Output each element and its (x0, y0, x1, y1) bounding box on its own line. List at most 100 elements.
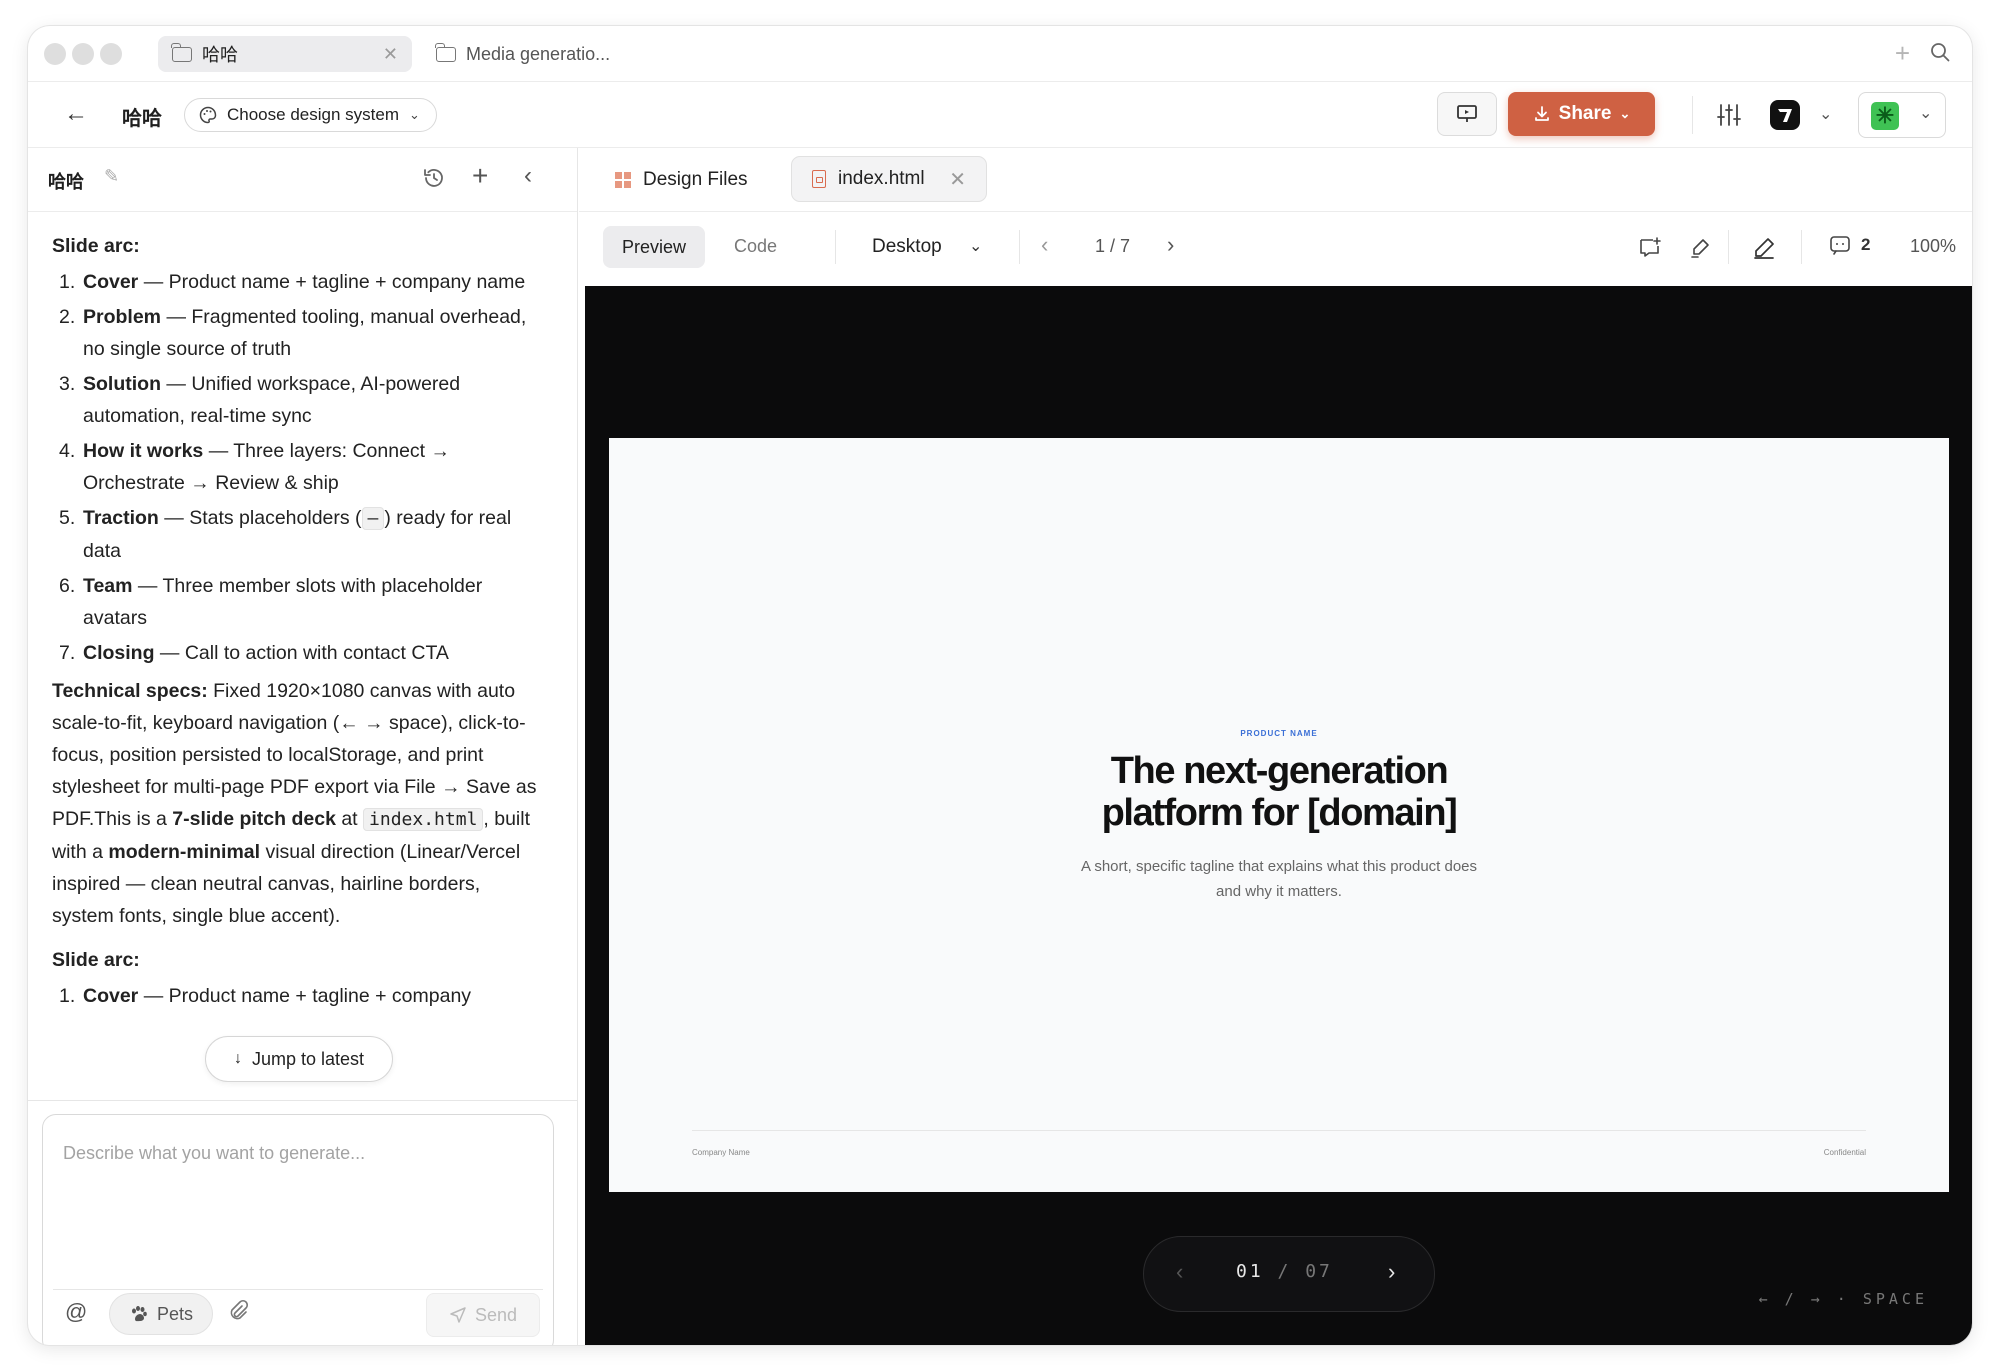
file-icon (812, 170, 826, 188)
chevron-down-icon[interactable]: ⌄ (1819, 104, 1832, 124)
palette-icon (199, 106, 217, 124)
list-item: 5. Traction — Stats placeholders (—) read… (59, 507, 512, 562)
title-bar: 哈哈 ✕ Media generatio... + (28, 26, 1972, 82)
logo-icon[interactable] (1770, 100, 1800, 130)
zoom-window-button[interactable] (100, 43, 122, 65)
close-icon[interactable]: ✕ (949, 167, 966, 192)
chevron-down-icon: ⌄ (408, 107, 420, 122)
download-icon (1534, 106, 1549, 121)
preview-toggle[interactable]: Preview (603, 226, 705, 268)
minimize-window-button[interactable] (72, 43, 94, 65)
new-chat-plus-icon[interactable]: + (472, 160, 488, 192)
pencil-icon[interactable]: ✎ (104, 166, 119, 187)
tab-label: index.html (838, 168, 925, 189)
slide-arc-list: 1. Cover — Product name + tagline + compa… (52, 266, 544, 669)
present-button[interactable] (1437, 92, 1497, 136)
avatar: ✳ (1871, 102, 1899, 130)
chevron-right-icon[interactable]: › (1388, 1259, 1395, 1285)
close-icon[interactable]: ✕ (383, 44, 398, 65)
window-tab-label: Media generatio... (466, 43, 611, 64)
preview-stage: PRODUCT NAME The next-generation platfor… (585, 286, 1972, 1345)
comments-button[interactable]: 2 (1829, 234, 1870, 256)
slide-pager: ‹ 01 / 07 › (1143, 1236, 1435, 1312)
top-toolbar: ← 哈哈 Choose design system ⌄ Share ⌄ ⌄ ✳ … (28, 82, 1972, 148)
list-item: 2. Problem — Fragmented tooling, manual o… (59, 306, 527, 360)
window-tab-label: 哈哈 (202, 45, 238, 65)
comment-icon (1830, 236, 1850, 255)
chevron-left-icon[interactable]: ‹ (1176, 1259, 1183, 1285)
divider (28, 1100, 577, 1101)
device-select[interactable]: Desktop (872, 236, 942, 258)
divider (835, 230, 836, 264)
file-tabs: Design Files index.html ✕ (579, 148, 1972, 212)
divider (53, 1289, 543, 1290)
close-window-button[interactable] (44, 43, 66, 65)
folder-icon (435, 42, 456, 62)
page-indicator: 1 / 7 (1095, 236, 1131, 256)
slide-headline: The next-generation platform for [domain… (1101, 750, 1458, 834)
project-name: 哈哈 (122, 108, 162, 130)
send-button[interactable]: Send (426, 1293, 540, 1337)
window-tab-active[interactable]: 哈哈 ✕ (158, 36, 412, 72)
share-label: Share (1558, 103, 1612, 124)
zoom-level[interactable]: 100% (1910, 236, 1956, 257)
slide-tagline: A short, specific tagline that explains … (1080, 858, 1478, 900)
chat-panel: 哈哈 ✎ + ‹ Slide arc: 1. Cover — Product na… (28, 148, 578, 1345)
edit-icon[interactable] (1752, 236, 1776, 260)
jump-label: Jump to latest (251, 1048, 365, 1069)
share-button[interactable]: Share ⌄ (1508, 92, 1655, 136)
slide-arc-heading: Slide arc: (52, 235, 140, 257)
slide-arc-heading: Slide arc: (52, 949, 140, 971)
back-arrow-icon[interactable]: ← (64, 100, 88, 128)
tab-label: Design Files (643, 169, 748, 190)
jump-to-latest-button[interactable]: ↓ Jump to latest (205, 1036, 393, 1082)
prompt-composer[interactable]: Describe what you want to generate... @ … (42, 1114, 554, 1345)
slide-footer-company: Company Name (692, 1148, 750, 1157)
comment-count: 2 (1861, 235, 1871, 254)
history-icon[interactable] (422, 166, 446, 190)
pets-button[interactable]: Pets (109, 1293, 213, 1335)
list-item: 3. Solution — Unified workspace, AI-power… (59, 373, 461, 427)
divider (1801, 230, 1802, 264)
send-icon (450, 1307, 466, 1323)
chevron-down-icon[interactable]: ⌄ (969, 236, 982, 256)
new-tab-plus-icon[interactable]: + (1895, 38, 1910, 69)
arrow-down-icon: ↓ (233, 1050, 242, 1067)
slide-arc-list: 1. Cover — Product name + tagline + compa… (52, 980, 544, 1012)
tab-design-files[interactable]: Design Files (615, 158, 748, 202)
preview-label: Preview (621, 236, 687, 257)
slide-footer-confidential: Confidential (1823, 1148, 1866, 1157)
chevron-right-icon[interactable]: › (1167, 232, 1174, 258)
preview-panel: Design Files index.html ✕ Preview Code D… (579, 148, 1972, 1345)
send-label: Send (474, 1304, 518, 1325)
list-item: 6. Team — Three member slots with placeho… (59, 575, 483, 629)
paw-icon (131, 1306, 147, 1322)
search-icon[interactable] (1930, 42, 1950, 62)
paperclip-icon[interactable] (227, 1299, 249, 1321)
prompt-input[interactable]: Describe what you want to generate... (63, 1143, 365, 1164)
divider (1019, 230, 1020, 264)
code-toggle[interactable]: Code (734, 236, 777, 257)
chevron-left-icon[interactable]: ‹ (524, 162, 532, 190)
slide-canvas[interactable]: PRODUCT NAME The next-generation platfor… (609, 438, 1949, 1192)
chat-message: Slide arc: 1. Cover — Product name + tagl… (28, 212, 568, 1098)
list-item: 1. Cover — Product name + tagline + compa… (59, 271, 526, 293)
tab-index-html[interactable]: index.html ✕ (791, 156, 987, 202)
brush-icon[interactable] (1688, 236, 1712, 260)
sliders-icon[interactable] (1716, 102, 1742, 128)
divider (1728, 230, 1729, 264)
comment-add-icon[interactable] (1638, 236, 1662, 260)
present-icon (1457, 105, 1477, 122)
app-window: 哈哈 ✕ Media generatio... + ← 哈哈 Choose de… (28, 26, 1972, 1345)
account-menu[interactable]: ✳ ⌄ (1858, 92, 1946, 138)
grid-icon (615, 172, 631, 188)
chevron-left-icon[interactable]: ‹ (1041, 232, 1048, 258)
chat-title: 哈哈 (48, 172, 84, 192)
window-tab[interactable]: Media generatio... (435, 36, 611, 72)
at-icon[interactable]: @ (65, 1299, 87, 1325)
list-item: 4. How it works — Three layers: Connect →… (59, 440, 451, 494)
keyboard-hint: ← / → · SPACE (1758, 1290, 1928, 1308)
design-system-dropdown[interactable]: Choose design system ⌄ (184, 98, 437, 132)
list-item: 7. Closing — Call to action with contact … (59, 642, 449, 664)
pets-label: Pets (156, 1303, 194, 1324)
